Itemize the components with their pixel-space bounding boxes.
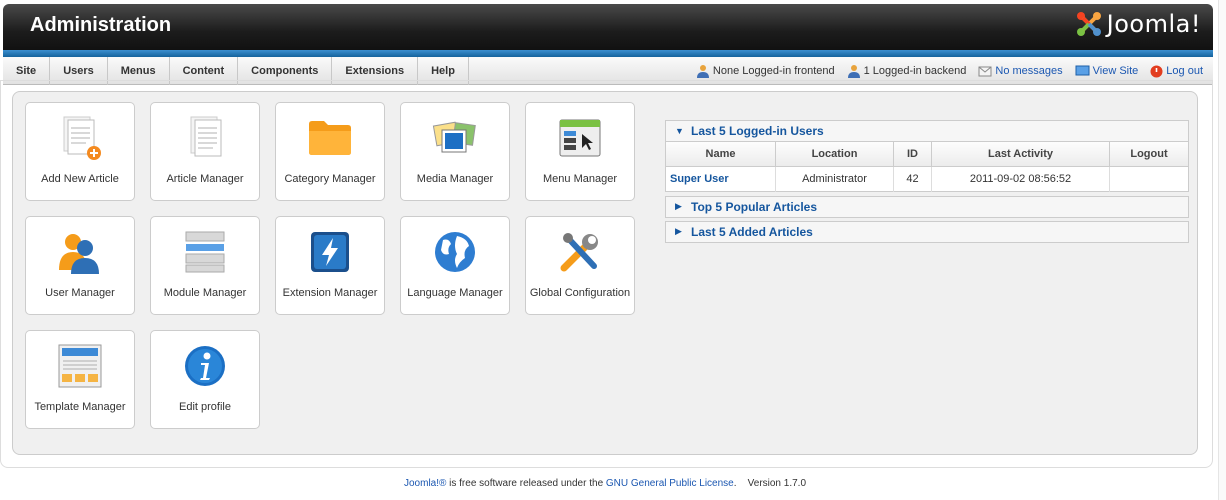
- status-frontend: None Logged-in frontend: [696, 64, 835, 78]
- frontend-count: None Logged-in frontend: [712, 65, 835, 77]
- messages-label: No messages: [995, 65, 1063, 77]
- user-name-link[interactable]: Super User: [665, 166, 776, 191]
- module-panels: ▼ Last 5 Logged-in Users Name Location I…: [665, 120, 1189, 246]
- quickicon-label: Module Manager: [163, 287, 247, 299]
- quickicon-edit-profile[interactable]: Edit profile: [150, 330, 260, 429]
- panel-popular-articles-header[interactable]: ▶ Top 5 Popular Articles: [665, 195, 1189, 218]
- quickicon-label: Language Manager: [407, 287, 503, 299]
- collapsed-arrow-icon: ▶: [675, 201, 682, 211]
- menu-icon: [559, 119, 601, 157]
- quickicon-global-configuration[interactable]: Global Configuration: [525, 216, 635, 315]
- footer-version: . Version 1.7.0: [733, 478, 807, 489]
- status-backend: 1 Logged-in backend: [847, 64, 967, 78]
- user-icon: [696, 65, 709, 78]
- quickicon-extension-manager[interactable]: Extension Manager: [275, 216, 385, 315]
- backend-count: 1 Logged-in backend: [863, 65, 967, 77]
- quickicon-label: Template Manager: [34, 401, 126, 413]
- header: Administration Joomla!: [3, 4, 1213, 50]
- user-location: Administrator: [775, 166, 894, 191]
- globe-icon: [435, 232, 475, 272]
- joomla-logo[interactable]: Joomla!: [1075, 10, 1201, 38]
- quickicon-media-manager[interactable]: Media Manager: [400, 102, 510, 201]
- quickicon-template-manager[interactable]: Template Manager: [25, 330, 135, 429]
- col-logout[interactable]: Logout: [1109, 142, 1189, 167]
- logged-users-table: Name Location ID Last Activity Logout Su…: [665, 142, 1189, 192]
- window-scrollbar[interactable]: [1218, 0, 1226, 500]
- quickicon-label: Add New Article: [41, 173, 119, 185]
- tools-icon: [560, 233, 598, 272]
- table-row: Super User Administrator 42 2011-09-02 0…: [665, 166, 1189, 191]
- media-icon: [432, 121, 476, 153]
- quickicon-article-manager[interactable]: Article Manager: [150, 102, 260, 201]
- quickicon-label: Edit profile: [179, 401, 231, 413]
- logout-link[interactable]: Log out: [1150, 65, 1203, 78]
- control-panel: Add New Article Article Manager Category…: [12, 91, 1198, 455]
- power-icon: [1150, 65, 1163, 77]
- user-logout: [1110, 166, 1189, 191]
- quickicon-label: Article Manager: [166, 173, 244, 185]
- joomla-logo-text: Joomla!: [1106, 10, 1201, 38]
- quickicon-module-manager[interactable]: Module Manager: [150, 216, 260, 315]
- panel-logged-users-header[interactable]: ▼ Last 5 Logged-in Users: [665, 120, 1189, 142]
- mail-icon: [978, 66, 992, 77]
- monitor-icon: [1075, 65, 1090, 76]
- quickicon-label: Category Manager: [284, 173, 376, 185]
- quickicon-label: Extension Manager: [282, 287, 378, 299]
- quickicon-label: Global Configuration: [529, 287, 631, 299]
- col-id[interactable]: ID: [893, 142, 932, 167]
- quickicon-label: User Manager: [45, 287, 115, 299]
- user-id: 42: [893, 166, 932, 191]
- quickicon-add-new-article[interactable]: Add New Article: [25, 102, 135, 201]
- collapsed-arrow-icon: ▶: [675, 226, 682, 236]
- quickicon-label: Menu Manager: [543, 173, 617, 185]
- template-icon: [58, 344, 102, 388]
- users-icon: [59, 234, 99, 274]
- add-article-icon: [63, 116, 101, 160]
- article-icon: [190, 116, 222, 157]
- folder-icon: [309, 121, 351, 155]
- logout-label: Log out: [1166, 65, 1203, 77]
- joomla-logo-icon: [1076, 12, 1101, 36]
- view-site-link[interactable]: View Site: [1075, 65, 1139, 77]
- joomla-link[interactable]: Joomla!®: [404, 478, 446, 489]
- footer: Joomla!® is free software released under…: [0, 478, 1210, 489]
- panel-title: Top 5 Popular Articles: [691, 199, 818, 214]
- quickicon-user-manager[interactable]: User Manager: [25, 216, 135, 315]
- messages-link[interactable]: No messages: [978, 65, 1063, 77]
- footer-text: is free software released under the: [446, 478, 606, 489]
- view-site-label: View Site: [1092, 65, 1139, 77]
- expanded-arrow-icon: ▼: [675, 126, 684, 136]
- user-icon: [847, 65, 860, 78]
- quickicon-category-manager[interactable]: Category Manager: [275, 102, 385, 201]
- quickicon-menu-manager[interactable]: Menu Manager: [525, 102, 635, 201]
- module-icon: [185, 231, 225, 273]
- panel-title: Last 5 Logged-in Users: [691, 124, 824, 138]
- panel-title: Last 5 Added Articles: [691, 224, 813, 239]
- header-accent-bar: [3, 50, 1213, 57]
- quickicon-label: Media Manager: [416, 173, 494, 185]
- quickicon-language-manager[interactable]: Language Manager: [400, 216, 510, 315]
- panel-added-articles-header[interactable]: ▶ Last 5 Added Articles: [665, 220, 1189, 243]
- col-name[interactable]: Name: [665, 142, 776, 167]
- page-title: Administration: [30, 14, 172, 36]
- col-location[interactable]: Location: [775, 142, 894, 167]
- col-last-activity[interactable]: Last Activity: [931, 142, 1110, 167]
- admin-wrapper: Administration Joomla! Site Users Menus …: [3, 4, 1213, 85]
- info-icon: [185, 346, 225, 386]
- license-link[interactable]: GNU General Public License: [606, 478, 734, 489]
- user-last-activity: 2011-09-02 08:56:52: [931, 166, 1110, 191]
- extension-icon: [311, 232, 349, 272]
